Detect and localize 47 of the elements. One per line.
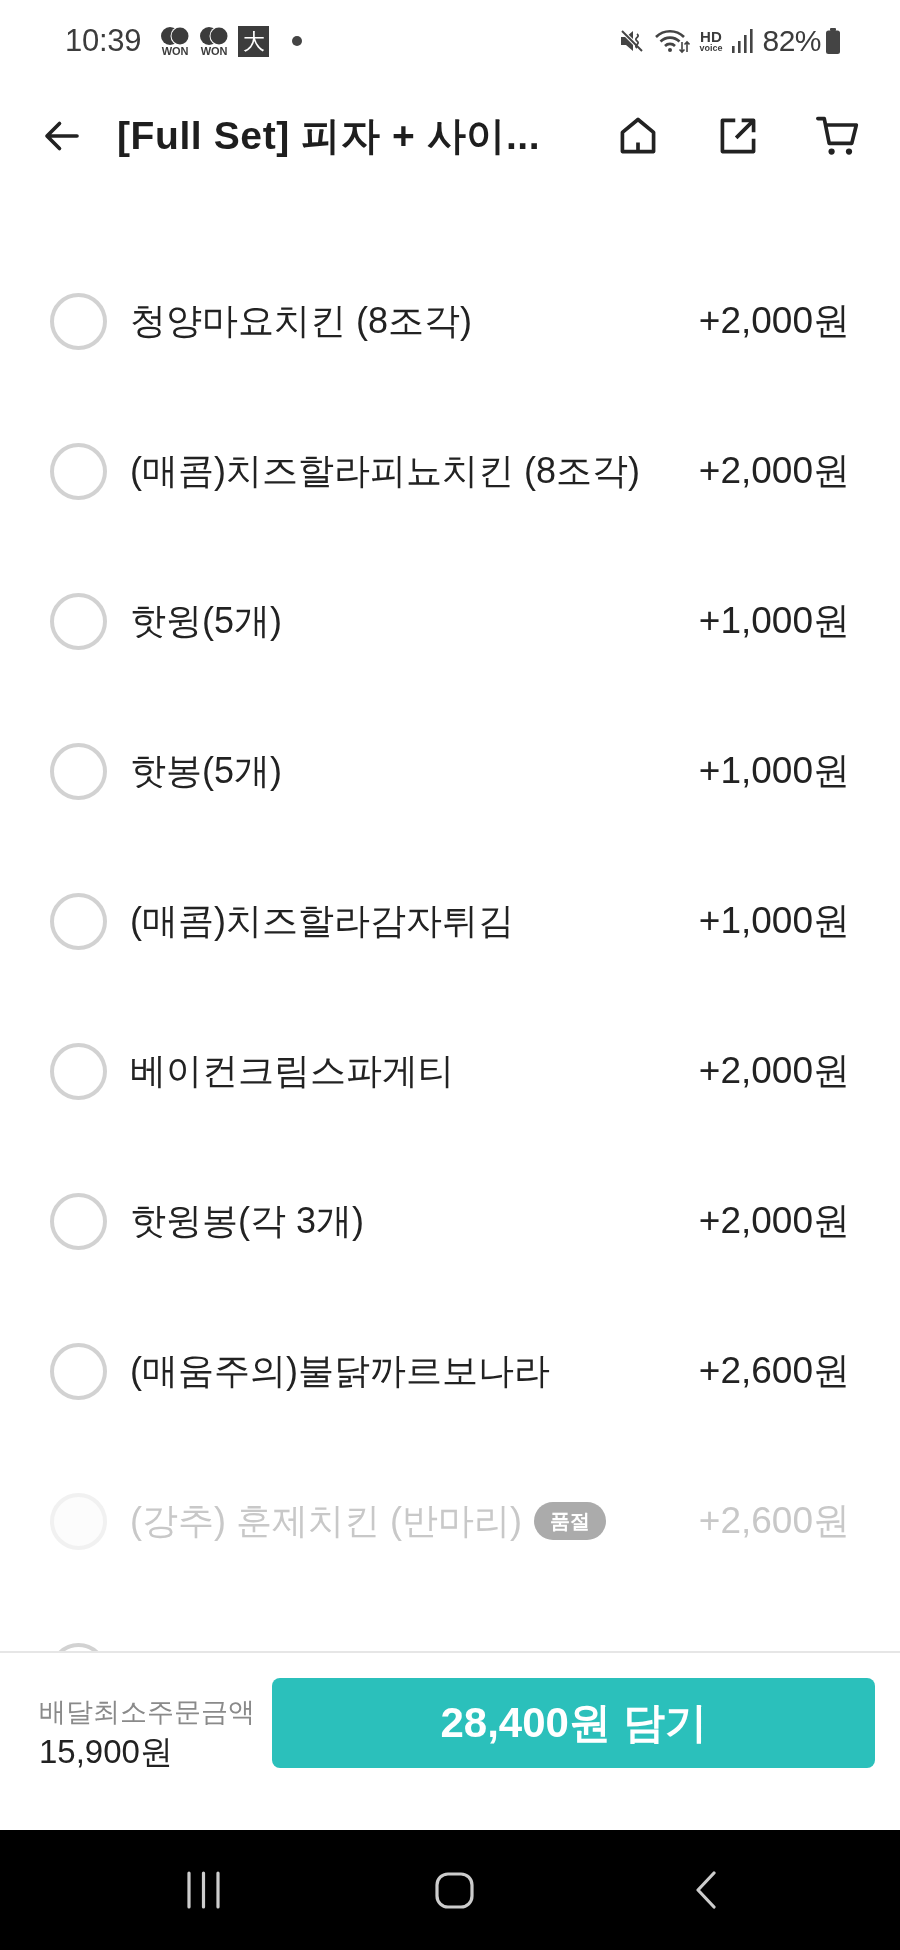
option-price: +2,000원 bbox=[698, 1049, 850, 1093]
home-button-icon[interactable] bbox=[435, 1871, 474, 1909]
battery-percent: 82% bbox=[762, 24, 821, 58]
option-name: 핫봉(5개) bbox=[130, 748, 282, 793]
radio-button[interactable] bbox=[50, 742, 107, 800]
option-price: +1,000원 bbox=[698, 899, 850, 943]
clock-time: 10:39 bbox=[65, 23, 142, 59]
option-name: 청양마요치킨 (8조각) bbox=[130, 298, 472, 343]
page-title: [Full Set] 피자 + 사이... bbox=[117, 113, 541, 159]
option-name: 핫윙봉(각 3개) bbox=[130, 1198, 364, 1243]
option-name: (매움주의)불닭까르보나라 bbox=[130, 1348, 550, 1393]
option-name: 핫윙(5개) bbox=[130, 598, 282, 643]
option-price: +2,600원 bbox=[698, 1349, 850, 1393]
icon-label: WON bbox=[161, 45, 189, 57]
wifi-icon bbox=[654, 28, 691, 54]
option-name: (매콤)치즈할라피뇨치킨 (8조각) bbox=[130, 448, 640, 493]
radio-button[interactable] bbox=[50, 1342, 107, 1400]
minimum-order-amount: 15,900원 bbox=[39, 1732, 174, 1772]
radio-button[interactable] bbox=[50, 592, 107, 650]
back-icon[interactable] bbox=[694, 1871, 717, 1909]
option-price: +2,000원 bbox=[698, 1199, 850, 1243]
voice-label: voice bbox=[699, 43, 723, 53]
signal-icon bbox=[731, 28, 754, 54]
radio-button[interactable] bbox=[50, 892, 107, 950]
hd-label: HD bbox=[700, 29, 722, 44]
option-price: +2,000원 bbox=[698, 449, 850, 493]
cart-icon[interactable] bbox=[816, 114, 860, 158]
radio-button[interactable] bbox=[50, 292, 107, 350]
coins-icon bbox=[199, 25, 230, 46]
radio-button[interactable] bbox=[50, 442, 107, 500]
radio-button[interactable] bbox=[50, 1192, 107, 1250]
option-price: +1,000원 bbox=[698, 749, 850, 793]
battery-icon bbox=[826, 28, 840, 54]
option-price: +1,000원 bbox=[698, 599, 850, 643]
coins-icon bbox=[160, 25, 191, 46]
option-name: 베이컨크림스파게티 bbox=[130, 1048, 454, 1093]
mute-icon bbox=[619, 28, 646, 54]
icon-label: WON bbox=[200, 45, 228, 57]
recent-apps-icon[interactable] bbox=[185, 1871, 222, 1909]
add-to-cart-button[interactable]: 28,400원 담기 bbox=[272, 1678, 875, 1768]
dot-icon bbox=[292, 36, 303, 46]
option-name: (매콤)치즈할라감자튀김 bbox=[130, 898, 514, 943]
option-price: +2,000원 bbox=[698, 299, 850, 343]
radio-button[interactable] bbox=[50, 1042, 107, 1100]
minimum-order-label: 배달최소주문금액 bbox=[39, 1696, 255, 1729]
sold-out-badge: 품절 bbox=[533, 1502, 606, 1540]
notification-glyph: 大 bbox=[238, 25, 270, 57]
